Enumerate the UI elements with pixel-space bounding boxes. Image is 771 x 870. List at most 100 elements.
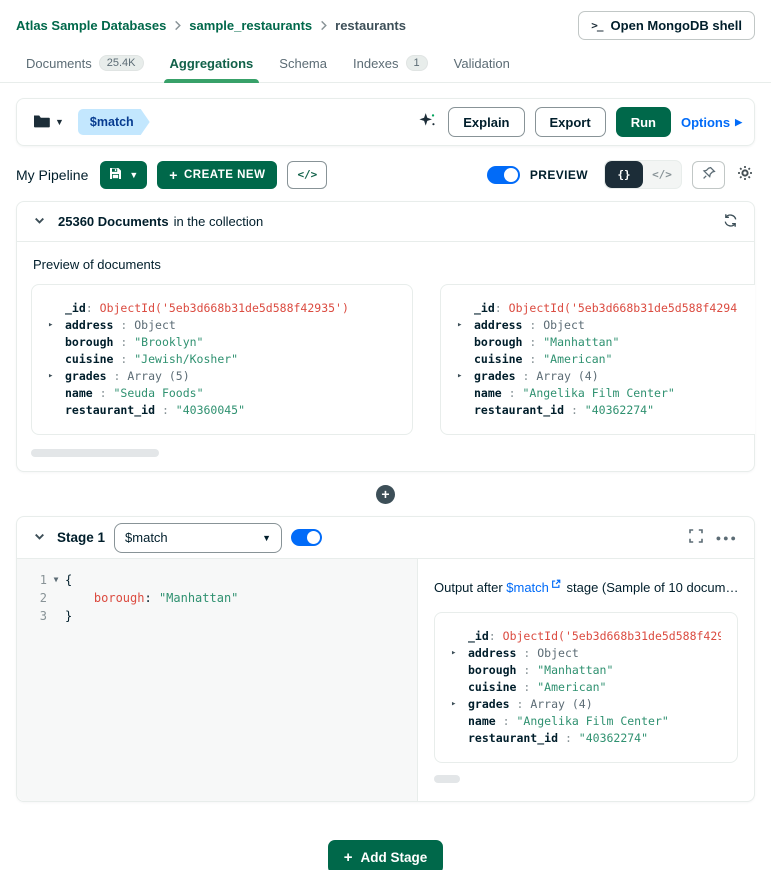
sparkle-icon <box>419 112 436 132</box>
tab-label: Documents <box>26 56 92 71</box>
field-key: address <box>65 317 113 334</box>
chevron-down-icon <box>33 214 46 230</box>
save-icon <box>109 167 122 183</box>
field-separator: : <box>502 385 523 402</box>
field-key: restaurant_id <box>474 402 564 419</box>
run-button[interactable]: Run <box>616 107 671 137</box>
tab-label: Indexes <box>353 56 399 71</box>
plus-icon: + <box>344 849 353 866</box>
create-new-button[interactable]: + CREATE NEW <box>157 161 277 189</box>
expand-caret-icon[interactable]: ▸ <box>451 696 468 713</box>
output-heading: Output after $match stage (Sample of 10 … <box>434 577 738 598</box>
field-value: "Manhattan" <box>543 334 619 351</box>
tab-validation[interactable]: Validation <box>444 49 520 82</box>
tab-badge: 25.4K <box>99 55 144 71</box>
breadcrumb-database-link[interactable]: sample_restaurants <box>189 18 312 33</box>
fold-caret-icon[interactable]: ▼ <box>47 571 65 589</box>
field-key: cuisine <box>474 351 522 368</box>
caret-spacer <box>48 402 65 419</box>
refresh-icon <box>723 213 738 231</box>
expand-caret-icon[interactable]: ▸ <box>451 645 468 662</box>
expand-caret-icon[interactable]: ▸ <box>457 317 474 334</box>
open-mongodb-shell-button[interactable]: >_ Open MongoDB shell <box>578 11 755 40</box>
add-stage-between-button[interactable]: + <box>376 485 395 504</box>
field-value: "Angelika Film Center" <box>522 385 674 402</box>
match-stage-chip[interactable]: $match <box>78 109 150 135</box>
field-value: "American" <box>543 351 612 368</box>
field-separator: : <box>516 662 537 679</box>
stage-enabled-toggle[interactable] <box>291 529 322 546</box>
preview-toggle[interactable] <box>487 166 520 184</box>
field-key: _id <box>468 628 489 645</box>
doc-field-row: restaurant_id : "40362274" <box>451 730 721 747</box>
code-token <box>65 591 94 605</box>
match-docs-link[interactable]: $match <box>506 580 549 595</box>
stage-wizard-button[interactable]: ▼ <box>29 110 68 135</box>
breadcrumb-collection: restaurants <box>335 18 406 33</box>
toggle-knob <box>307 531 320 544</box>
tab-aggregations[interactable]: Aggregations <box>160 49 264 82</box>
stage-editor[interactable]: 1▼{2 borough: "Manhattan"3} <box>17 559 418 801</box>
stage-fullscreen-button[interactable] <box>687 527 705 548</box>
tab-indexes[interactable]: Indexes1 <box>343 48 438 82</box>
export-button[interactable]: Export <box>535 107 606 137</box>
caret-spacer <box>48 385 65 402</box>
save-pipeline-button[interactable]: ▼ <box>100 161 147 189</box>
ai-assist-button[interactable] <box>417 110 438 134</box>
focus-mode-button[interactable] <box>692 161 725 189</box>
collection-documents-panel: 25360 Documents in the collection Previe… <box>16 201 755 472</box>
refresh-button[interactable] <box>721 211 740 233</box>
explain-button[interactable]: Explain <box>448 107 524 137</box>
caret-spacer <box>48 300 65 317</box>
collapse-stage-button[interactable] <box>31 528 48 548</box>
caret-spacer <box>48 351 65 368</box>
field-value: "American" <box>537 679 606 696</box>
field-separator: : <box>495 300 509 317</box>
stage-operator-select[interactable]: $match ▼ <box>114 523 282 553</box>
field-separator: : <box>489 628 503 645</box>
doc-field-row: borough : "Manhattan" <box>451 662 721 679</box>
tab-documents[interactable]: Documents 25.4K <box>16 48 154 82</box>
options-button[interactable]: Options ▶ <box>681 115 742 130</box>
field-value: "Brooklyn" <box>134 334 203 351</box>
field-value: ObjectId('5eb3d668b31de5d588f42935') <box>100 300 349 317</box>
add-stage-between-row: + <box>0 472 771 516</box>
doc-field-row: ▸address : Object <box>457 317 755 334</box>
output-scrollbar-thumb[interactable] <box>434 775 460 783</box>
code-brackets-icon: </> <box>652 168 672 181</box>
code-view-segment[interactable]: </> <box>643 161 681 188</box>
horizontal-scrollbar <box>31 449 740 457</box>
collapse-documents-button[interactable] <box>31 212 48 232</box>
caret-spacer <box>457 385 474 402</box>
braces-view-segment[interactable]: {} <box>605 161 643 188</box>
pipeline-title: My Pipeline <box>16 167 88 183</box>
plus-circle-icon: + <box>381 486 389 503</box>
output-heading-suffix: stage (Sample of 10 docum… <box>563 580 738 595</box>
field-value: Array (5) <box>127 368 189 385</box>
horizontal-scrollbar-thumb[interactable] <box>31 449 159 457</box>
external-link-icon <box>551 577 561 592</box>
folder-icon <box>33 114 50 131</box>
stage-options-menu-button[interactable]: ●●● <box>714 529 740 547</box>
code-token: { <box>65 573 72 587</box>
braces-icon: {} <box>617 168 630 181</box>
field-key: _id <box>65 300 86 317</box>
field-key: grades <box>65 368 107 385</box>
stage-body: 1▼{2 borough: "Manhattan"3} Output after… <box>17 559 754 801</box>
documents-count: 25360 Documents <box>58 214 169 229</box>
tab-schema[interactable]: Schema <box>269 49 337 82</box>
stage-operator-value: $match <box>125 530 168 545</box>
pipeline-as-text-button[interactable]: </> <box>287 161 327 189</box>
expand-caret-icon[interactable]: ▸ <box>48 368 65 385</box>
expand-caret-icon[interactable]: ▸ <box>48 317 65 334</box>
settings-button[interactable] <box>735 163 755 186</box>
field-key: cuisine <box>65 351 113 368</box>
field-value: "40362274" <box>579 730 648 747</box>
plus-icon: + <box>169 167 178 183</box>
add-stage-button[interactable]: + Add Stage <box>328 840 444 870</box>
doc-field-row: ▸address : Object <box>48 317 396 334</box>
breadcrumb-databases-link[interactable]: Atlas Sample Databases <box>16 18 166 33</box>
pipeline-bar: My Pipeline ▼ + CREATE NEW </> PREVIEW {… <box>0 146 771 201</box>
expand-caret-icon[interactable]: ▸ <box>457 368 474 385</box>
field-separator: : <box>86 300 100 317</box>
